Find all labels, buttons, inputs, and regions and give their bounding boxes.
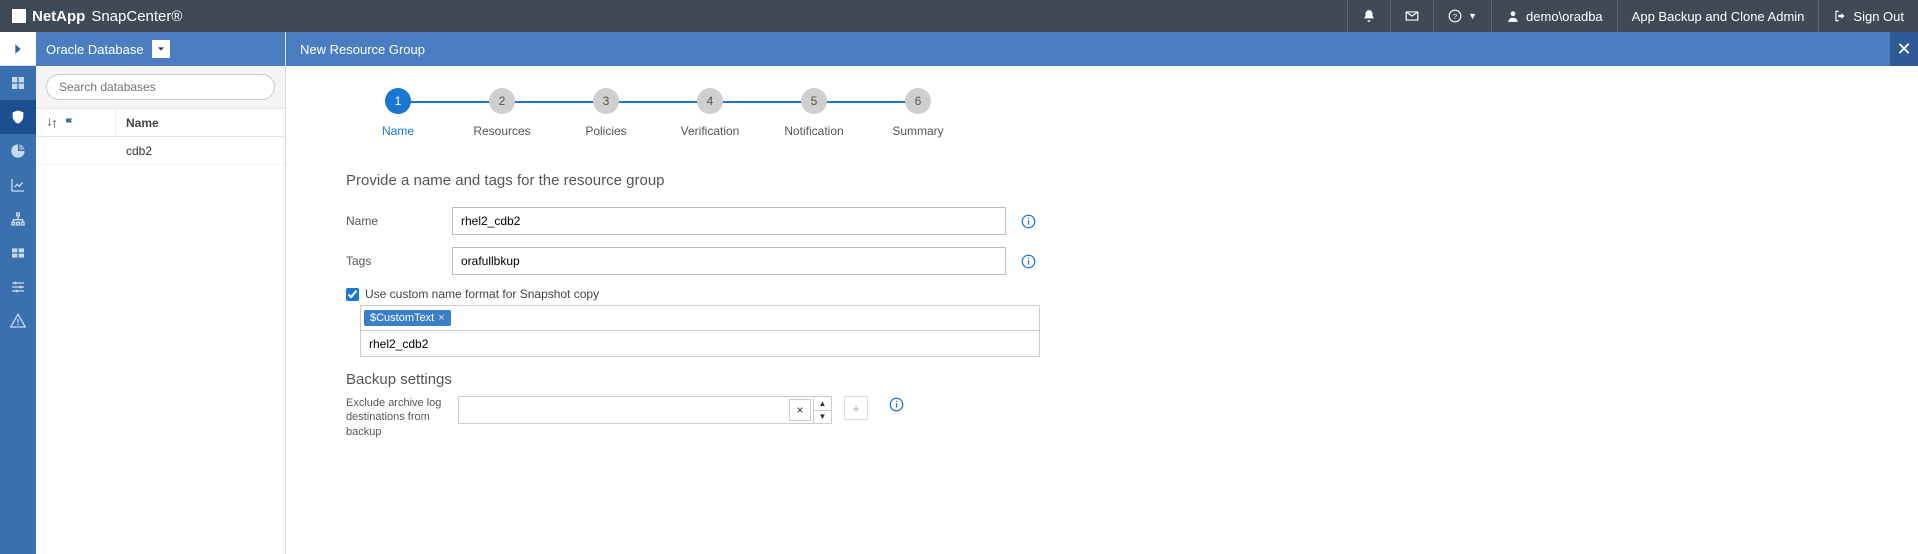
- nav-rail: [0, 32, 36, 554]
- pie-icon: [10, 143, 26, 159]
- user-icon: [1506, 9, 1520, 23]
- wizard-step-policies[interactable]: 3Policies: [554, 88, 658, 138]
- resource-list-panel: Oracle Database Name cdb2: [36, 32, 286, 554]
- context-label: Oracle Database: [46, 42, 144, 57]
- notifications-button[interactable]: [1347, 0, 1390, 32]
- sliders-icon: [10, 279, 26, 295]
- bell-icon: [1362, 9, 1376, 23]
- wizard-step-resources[interactable]: 2Resources: [450, 88, 554, 138]
- exclude-destinations-input[interactable]: ×: [458, 396, 814, 424]
- netapp-logo-icon: [12, 9, 26, 23]
- wizard-step-notification[interactable]: 5Notification: [762, 88, 866, 138]
- nav-resources[interactable]: [0, 100, 36, 134]
- brand-product: SnapCenter®: [91, 8, 182, 25]
- nav-reports[interactable]: [0, 168, 36, 202]
- wizard-step-verification[interactable]: 4Verification: [658, 88, 762, 138]
- top-bar: NetApp SnapCenter® ? ▼ demo\oradba App B…: [0, 0, 1918, 32]
- search-input[interactable]: [46, 74, 275, 100]
- grid-icon: [10, 75, 26, 91]
- format-token[interactable]: $CustomText×: [364, 310, 451, 326]
- context-selector[interactable]: Oracle Database: [36, 32, 285, 66]
- chevron-down-icon: [152, 40, 170, 58]
- sort-icon[interactable]: [46, 117, 58, 129]
- list-header-row: Name: [36, 109, 285, 137]
- user-name: demo\oradba: [1526, 9, 1603, 24]
- mail-icon: [1405, 9, 1419, 23]
- chevron-right-icon: [10, 41, 26, 57]
- step-down-icon[interactable]: ▼: [814, 411, 831, 424]
- sitemap-icon: [10, 211, 26, 227]
- svg-text:?: ?: [1453, 12, 1457, 21]
- exclude-label: Exclude archive log destinations from ba…: [346, 396, 452, 439]
- tags-label: Tags: [346, 254, 452, 268]
- wizard-steps: 1Name 2Resources 3Policies 4Verification…: [346, 88, 1858, 138]
- user-menu[interactable]: demo\oradba: [1491, 0, 1617, 32]
- brand: NetApp SnapCenter®: [0, 8, 194, 25]
- expand-rail-button[interactable]: [0, 32, 36, 66]
- custom-format-label: Use custom name format for Snapshot copy: [365, 287, 599, 301]
- info-icon[interactable]: [888, 396, 904, 412]
- brand-company: NetApp: [32, 8, 85, 25]
- role-label[interactable]: App Backup and Clone Admin: [1617, 0, 1819, 32]
- nav-alerts[interactable]: [0, 304, 36, 338]
- nav-storage[interactable]: [0, 236, 36, 270]
- format-text-input[interactable]: [360, 331, 1040, 357]
- nav-hosts[interactable]: [0, 202, 36, 236]
- clear-button[interactable]: ×: [789, 399, 811, 421]
- step-up-icon[interactable]: ▲: [814, 397, 831, 411]
- help-icon: ?: [1448, 9, 1462, 23]
- nav-monitor[interactable]: [0, 134, 36, 168]
- wizard-step-name[interactable]: 1Name: [346, 88, 450, 138]
- custom-format-checkbox[interactable]: [346, 288, 359, 301]
- storage-icon: [10, 245, 26, 261]
- help-menu[interactable]: ? ▼: [1433, 0, 1491, 32]
- stepper[interactable]: ▲▼: [814, 396, 832, 424]
- backup-settings-heading: Backup settings: [346, 371, 1858, 388]
- format-token-box[interactable]: $CustomText×: [360, 305, 1040, 331]
- list-item-name: cdb2: [116, 144, 285, 158]
- add-button[interactable]: +: [844, 396, 868, 420]
- form-heading: Provide a name and tags for the resource…: [346, 172, 1858, 189]
- nav-settings[interactable]: [0, 270, 36, 304]
- name-input[interactable]: [452, 207, 1006, 235]
- main-panel: New Resource Group ✕ 1Name 2Resources 3P…: [286, 32, 1918, 554]
- flag-icon[interactable]: [64, 117, 76, 129]
- alert-icon: [10, 313, 26, 329]
- nav-dashboard[interactable]: [0, 66, 36, 100]
- list-item[interactable]: cdb2: [36, 137, 285, 165]
- info-icon[interactable]: [1020, 253, 1036, 269]
- close-button[interactable]: ✕: [1890, 32, 1918, 66]
- tags-input[interactable]: [452, 247, 1006, 275]
- column-name[interactable]: Name: [116, 109, 285, 136]
- info-icon[interactable]: [1020, 213, 1036, 229]
- shield-icon: [10, 109, 26, 125]
- page-title: New Resource Group: [286, 32, 1918, 66]
- signout-button[interactable]: Sign Out: [1818, 0, 1918, 32]
- remove-token-icon[interactable]: ×: [438, 312, 444, 324]
- chart-icon: [10, 177, 26, 193]
- messages-button[interactable]: [1390, 0, 1433, 32]
- name-label: Name: [346, 214, 452, 228]
- wizard-step-summary[interactable]: 6Summary: [866, 88, 970, 138]
- signout-icon: [1833, 9, 1847, 23]
